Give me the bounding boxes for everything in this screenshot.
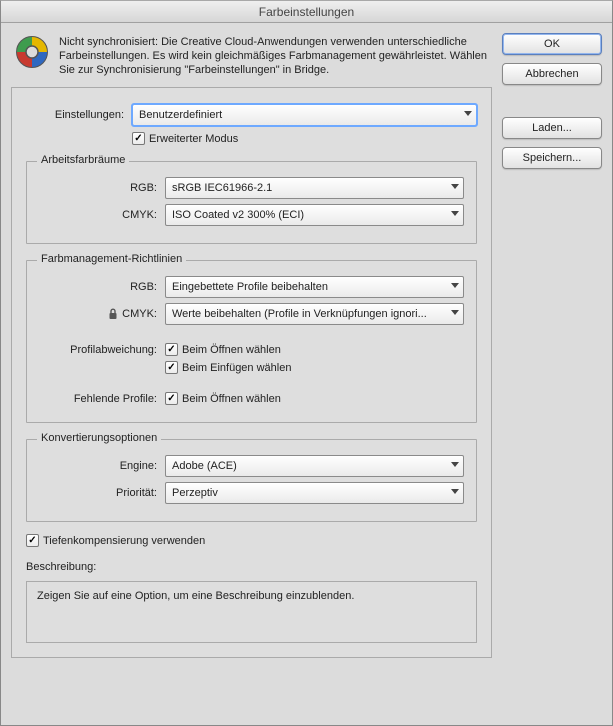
chevron-down-icon <box>451 283 459 291</box>
cancel-button[interactable]: Abbrechen <box>502 63 602 85</box>
ok-button[interactable]: OK <box>502 33 602 55</box>
color-settings-dialog: Farbeinstellungen Nicht synchronisiert: … <box>0 0 613 726</box>
description-box: Zeigen Sie auf eine Option, um eine Besc… <box>26 581 477 643</box>
conversion-fieldset: Konvertierungsoptionen Engine: Adobe (AC… <box>26 439 477 522</box>
rgb-policy-select[interactable]: Eingebettete Profile beibehalten <box>165 276 464 298</box>
settings-select[interactable]: Benutzerdefiniert <box>132 104 477 126</box>
rgb-workspace-select[interactable]: sRGB IEC61966-2.1 <box>165 177 464 199</box>
settings-select-value: Benutzerdefiniert <box>139 109 222 121</box>
cmyk-policy-value: Werte beibehalten (Profile in Verknüpfun… <box>172 308 427 320</box>
sync-notice: Nicht synchronisiert: Die Creative Cloud… <box>11 33 492 87</box>
workspaces-legend: Arbeitsfarbräume <box>37 154 129 166</box>
color-wheel-icon <box>15 35 49 77</box>
engine-value: Adobe (ACE) <box>172 460 237 472</box>
rgb-workspace-value: sRGB IEC61966-2.1 <box>172 182 272 194</box>
rgb-policy-value: Eingebettete Profile beibehalten <box>172 281 328 293</box>
policies-fieldset: Farbmanagement-Richtlinien RGB: Eingebet… <box>26 260 477 423</box>
save-button[interactable]: Speichern... <box>502 147 602 169</box>
rgb-policy-label: RGB: <box>39 281 157 293</box>
intent-value: Perzeptiv <box>172 487 218 499</box>
intent-select[interactable]: Perzeptiv <box>165 482 464 504</box>
cmyk-policy-label: CMYK: <box>122 308 157 320</box>
chevron-down-icon <box>451 211 459 219</box>
rgb-workspace-label: RGB: <box>39 182 157 194</box>
missing-open-checkbox[interactable] <box>165 392 178 405</box>
engine-label: Engine: <box>39 460 157 472</box>
mismatch-paste-checkbox[interactable] <box>165 361 178 374</box>
advanced-mode-label: Erweiterter Modus <box>149 133 238 145</box>
chevron-down-icon <box>451 310 459 318</box>
settings-label: Einstellungen: <box>26 109 124 121</box>
load-button[interactable]: Laden... <box>502 117 602 139</box>
blackpoint-label: Tiefenkompensierung verwenden <box>43 535 205 547</box>
settings-panel: Einstellungen: Benutzerdefiniert Erweite… <box>11 87 492 658</box>
chevron-down-icon <box>464 111 472 119</box>
policies-legend: Farbmanagement-Richtlinien <box>37 253 186 265</box>
chevron-down-icon <box>451 184 459 192</box>
cmyk-workspace-select[interactable]: ISO Coated v2 300% (ECI) <box>165 204 464 226</box>
missing-label: Fehlende Profile: <box>39 393 157 405</box>
missing-open-label: Beim Öffnen wählen <box>182 393 281 405</box>
cmyk-policy-select[interactable]: Werte beibehalten (Profile in Verknüpfun… <box>165 303 464 325</box>
sync-notice-text: Nicht synchronisiert: Die Creative Cloud… <box>59 35 488 77</box>
cmyk-workspace-value: ISO Coated v2 300% (ECI) <box>172 209 304 221</box>
engine-select[interactable]: Adobe (ACE) <box>165 455 464 477</box>
window-title: Farbeinstellungen <box>1 1 612 23</box>
mismatch-paste-label: Beim Einfügen wählen <box>182 362 291 374</box>
workspaces-fieldset: Arbeitsfarbräume RGB: sRGB IEC61966-2.1 … <box>26 161 477 244</box>
cmyk-workspace-label: CMYK: <box>39 209 157 221</box>
description-placeholder: Zeigen Sie auf eine Option, um eine Besc… <box>37 590 354 602</box>
intent-label: Priorität: <box>39 487 157 499</box>
mismatch-open-label: Beim Öffnen wählen <box>182 344 281 356</box>
mismatch-label: Profilabweichung: <box>39 344 157 356</box>
mismatch-open-checkbox[interactable] <box>165 343 178 356</box>
conversion-legend: Konvertierungsoptionen <box>37 432 161 444</box>
description-label: Beschreibung: <box>26 561 477 573</box>
advanced-mode-checkbox[interactable] <box>132 132 145 145</box>
lock-icon <box>108 308 118 320</box>
chevron-down-icon <box>451 462 459 470</box>
chevron-down-icon <box>451 489 459 497</box>
blackpoint-checkbox[interactable] <box>26 534 39 547</box>
